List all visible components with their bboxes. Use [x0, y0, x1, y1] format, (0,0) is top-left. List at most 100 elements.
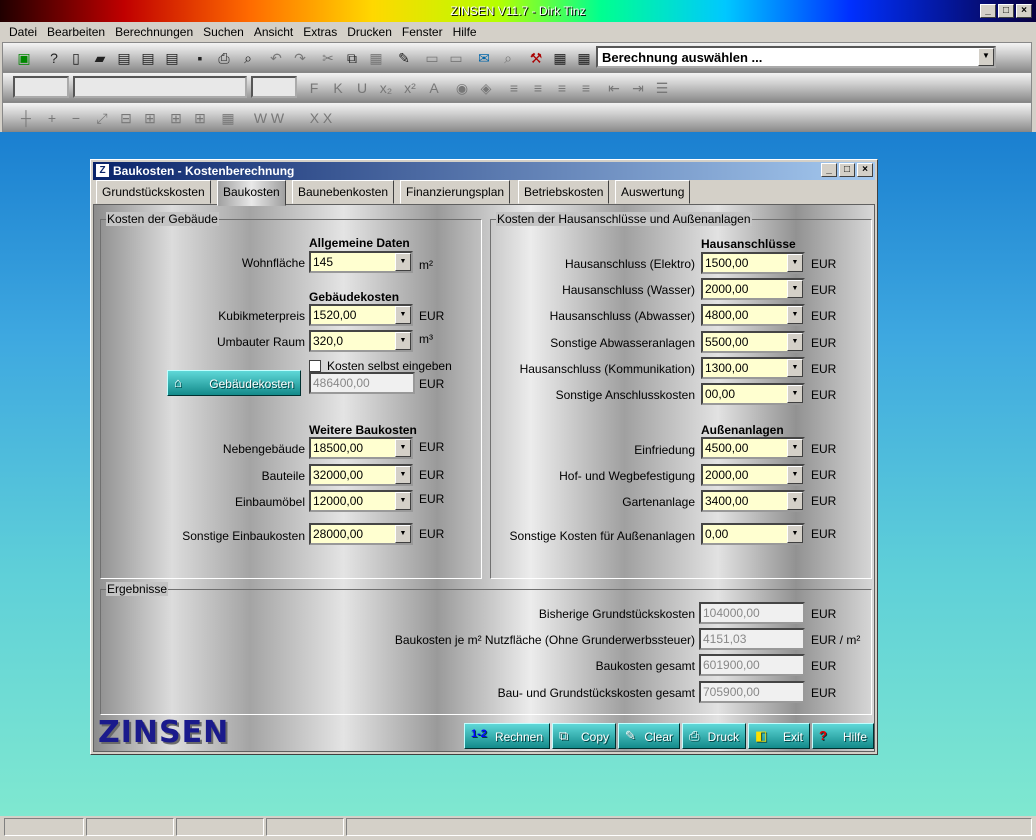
hof-wegbefestigung-input[interactable]: 2000,00 ▼	[701, 464, 805, 486]
tools-icon[interactable]: ⚒	[527, 49, 545, 67]
menu-berechnungen[interactable]: Berechnungen	[110, 25, 198, 39]
chevron-down-icon[interactable]: ▼	[787, 254, 803, 272]
chevron-down-icon[interactable]: ▼	[395, 466, 411, 484]
font-select[interactable]	[73, 76, 247, 98]
menu-drucken[interactable]: Drucken	[342, 25, 397, 39]
table-insert-icon[interactable]: ┼	[17, 109, 35, 127]
color-icon[interactable]: ◉	[453, 79, 471, 97]
new-file-icon[interactable]: ▯	[67, 49, 85, 67]
redo-icon[interactable]: ↷	[291, 49, 309, 67]
einbaumoebel-input[interactable]: 12000,00 ▼	[309, 490, 413, 512]
hausanschluss-elektro-input[interactable]: 1500,00 ▼	[701, 252, 805, 274]
chevron-down-icon[interactable]: ▼	[787, 492, 803, 510]
chevron-down-icon[interactable]: ▼	[395, 306, 411, 324]
open-fpl-icon[interactable]: ▤	[163, 49, 181, 67]
close-button[interactable]: ×	[1016, 4, 1032, 18]
clear-button[interactable]: ✎ Clear	[618, 723, 680, 749]
chevron-down-icon[interactable]: ▼	[787, 306, 803, 324]
sonstige-anschlusskosten-input[interactable]: 00,00 ▼	[701, 383, 805, 405]
align-right-icon[interactable]: ≡	[553, 79, 571, 97]
help-pointer-icon[interactable]: ?	[45, 49, 63, 67]
chevron-down-icon[interactable]: ▼	[395, 332, 411, 350]
hilfe-button[interactable]: ? Hilfe	[812, 723, 874, 749]
indent-icon[interactable]: ⇤	[605, 79, 623, 97]
menu-hilfe[interactable]: Hilfe	[448, 25, 482, 39]
menu-fenster[interactable]: Fenster	[397, 25, 448, 39]
save-icon[interactable]: ▪	[191, 49, 209, 67]
dialog-close-button[interactable]: ×	[857, 163, 873, 177]
tab-baunebenkosten[interactable]: Baunebenkosten	[292, 180, 395, 204]
print-icon[interactable]: ⎙	[215, 49, 233, 67]
rechnen-button[interactable]: 1-2 Rechnen	[464, 723, 550, 749]
wohnflaeche-input[interactable]: 145 ▼	[309, 251, 413, 273]
cut-icon[interactable]: ✂	[319, 49, 337, 67]
superscript-icon[interactable]: x²	[401, 79, 419, 97]
dialog-maximize-button[interactable]: □	[839, 163, 855, 177]
split-icon[interactable]: ⊟	[117, 109, 135, 127]
hausanschluss-abwasser-input[interactable]: 4800,00 ▼	[701, 304, 805, 326]
open-kto-icon[interactable]: ▤	[139, 49, 157, 67]
chevron-down-icon[interactable]: ▼	[787, 466, 803, 484]
menu-bearbeiten[interactable]: Bearbeiten	[42, 25, 110, 39]
chevron-down-icon[interactable]: ▼	[787, 525, 803, 543]
druck-button[interactable]: ⎙ Druck	[682, 723, 746, 749]
align-center-icon[interactable]: ≡	[529, 79, 547, 97]
style-spinner[interactable]	[13, 76, 69, 98]
find-icon[interactable]: ⌕	[499, 49, 517, 67]
justify-icon[interactable]: ≡	[577, 79, 595, 97]
chevron-down-icon[interactable]: ▼	[787, 439, 803, 457]
nebengebaeude-input[interactable]: 18500,00 ▼	[309, 437, 413, 459]
calculation-select[interactable]: Berechnung auswählen ... ▼	[596, 46, 996, 68]
hausanschluss-kommunikation-input[interactable]: 1300,00 ▼	[701, 357, 805, 379]
chart-icon[interactable]: ▦	[219, 109, 237, 127]
minimize-button[interactable]: _	[980, 4, 996, 18]
open-dat-icon[interactable]: ▤	[115, 49, 133, 67]
kosten-selbst-checkbox[interactable]	[309, 360, 321, 372]
italic-icon[interactable]: K	[329, 79, 347, 97]
print-preview-icon[interactable]: ⌕	[239, 49, 257, 67]
bold-icon[interactable]: F	[305, 79, 323, 97]
sonstige-aussenanlagen-input[interactable]: 0,00 ▼	[701, 523, 805, 545]
copy-icon[interactable]: ⧉	[343, 49, 361, 67]
tab-betriebskosten[interactable]: Betriebskosten	[518, 180, 610, 204]
outdent-icon[interactable]: ⇥	[629, 79, 647, 97]
mail-icon[interactable]: ✉	[475, 49, 493, 67]
size-spinner[interactable]	[251, 76, 297, 98]
menu-datei[interactable]: Datei	[4, 25, 42, 39]
excel-new-icon[interactable]: X X	[299, 109, 343, 127]
chevron-down-icon[interactable]: ▼	[395, 525, 411, 543]
tab-finanzierungsplan[interactable]: Finanzierungsplan	[400, 180, 511, 204]
einfriedung-input[interactable]: 4500,00 ▼	[701, 437, 805, 459]
sonstige-einbaukosten-input[interactable]: 28000,00 ▼	[309, 523, 413, 545]
format-brush-icon[interactable]: ✎	[395, 49, 413, 67]
doc-icon[interactable]: ▭	[423, 49, 441, 67]
excel-icon[interactable]: ▣	[15, 49, 33, 67]
gartenanlage-input[interactable]: 3400,00 ▼	[701, 490, 805, 512]
chevron-down-icon[interactable]: ▼	[395, 439, 411, 457]
chevron-down-icon[interactable]: ▼	[787, 359, 803, 377]
menu-ansicht[interactable]: Ansicht	[249, 25, 298, 39]
chevron-down-icon[interactable]: ▼	[395, 253, 411, 271]
add-row-icon[interactable]: +	[43, 109, 61, 127]
open-folder-icon[interactable]: ▰	[91, 49, 109, 67]
menu-suchen[interactable]: Suchen	[198, 25, 249, 39]
tab-grundstueckskosten[interactable]: Grundstückskosten	[96, 180, 211, 204]
menu-extras[interactable]: Extras	[298, 25, 342, 39]
hausanschluss-wasser-input[interactable]: 2000,00 ▼	[701, 278, 805, 300]
sonstige-abwasseranlagen-input[interactable]: 5500,00 ▼	[701, 331, 805, 353]
maximize-button[interactable]: □	[998, 4, 1014, 18]
chevron-down-icon[interactable]: ▼	[978, 48, 994, 66]
subscript-icon[interactable]: x₂	[377, 79, 395, 97]
umbauter-raum-input[interactable]: 320,0 ▼	[309, 330, 413, 352]
kubikmeterpreis-input[interactable]: 1520,00 ▼	[309, 304, 413, 326]
remove-row-icon[interactable]: −	[67, 109, 85, 127]
font-size-icon[interactable]: A	[425, 79, 443, 97]
doc2-icon[interactable]: ▭	[447, 49, 465, 67]
tab-auswertung[interactable]: Auswertung	[615, 180, 691, 204]
gebaeudekosten-button[interactable]: ⌂ Gebäudekosten	[167, 370, 301, 396]
tab-baukosten[interactable]: Baukosten	[217, 180, 286, 206]
col-icon[interactable]: ⊞	[167, 109, 185, 127]
chevron-down-icon[interactable]: ▼	[787, 280, 803, 298]
grid-icon[interactable]: ⊞	[141, 109, 159, 127]
underline-icon[interactable]: U	[353, 79, 371, 97]
